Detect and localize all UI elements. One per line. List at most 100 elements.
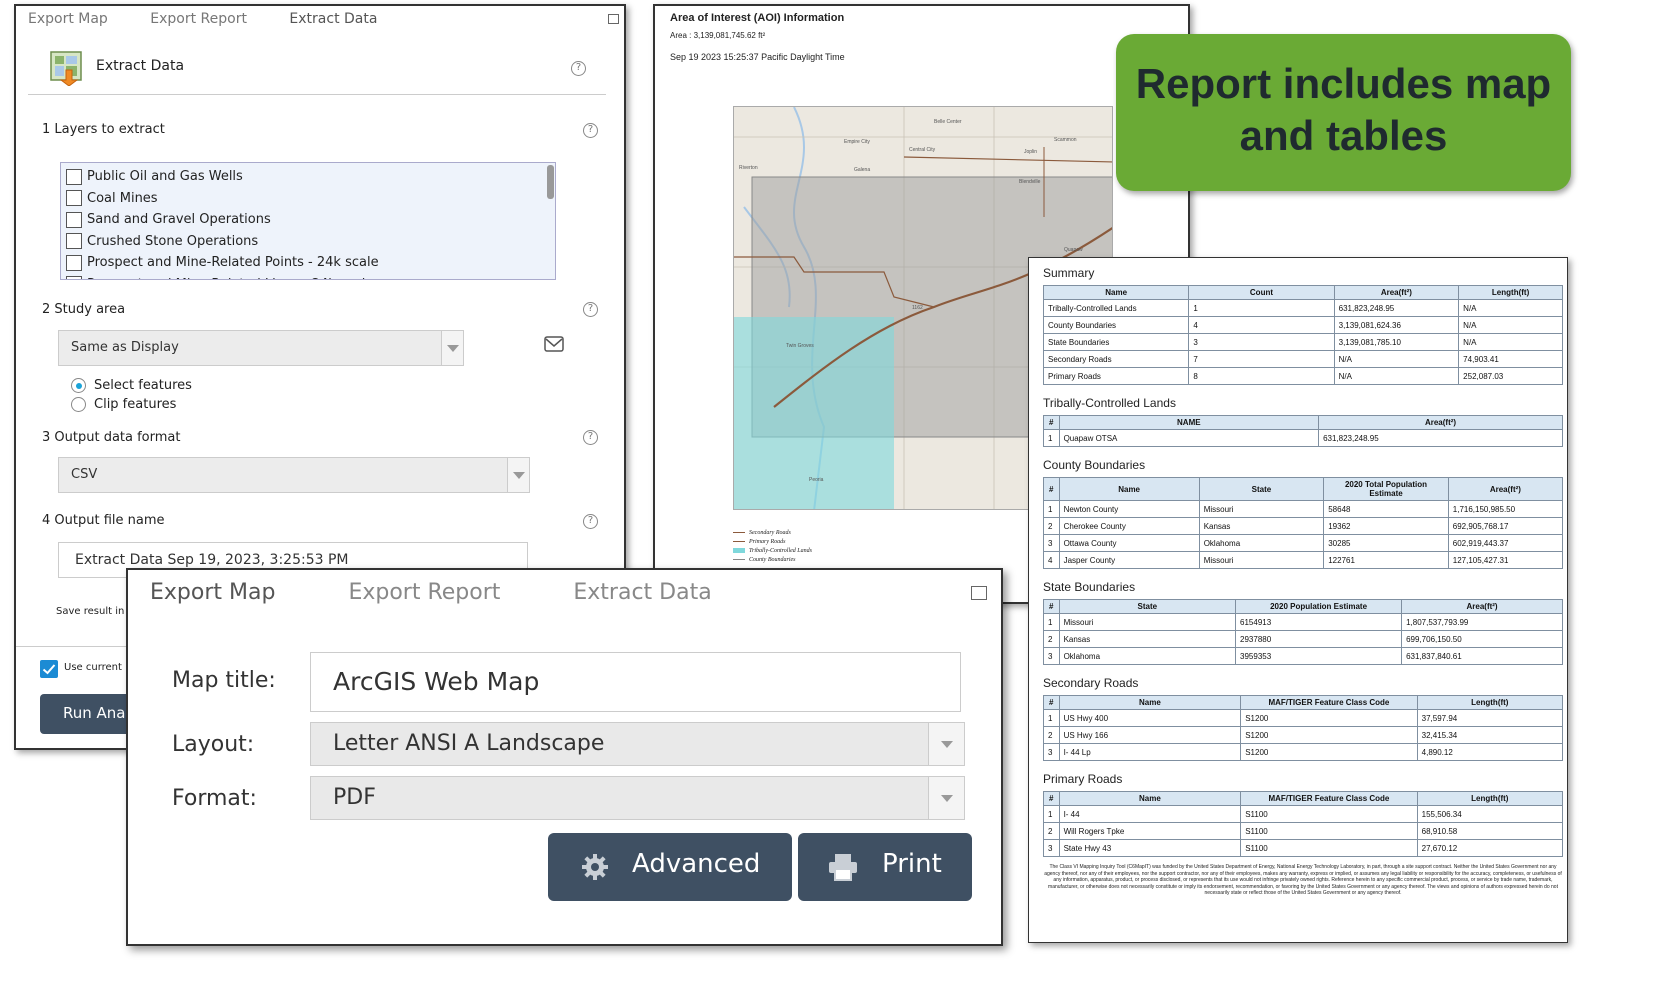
- table-header-cell: MAF/TIGER Feature Class Code: [1240, 695, 1418, 710]
- radio-select-label: Select features: [94, 378, 192, 393]
- help-icon[interactable]: ?: [583, 430, 598, 445]
- checkbox-checked-icon[interactable]: [40, 660, 58, 678]
- county-title: County Boundaries: [1043, 458, 1146, 472]
- tab-extract-data[interactable]: Extract Data: [289, 11, 377, 27]
- advanced-button[interactable]: Advanced: [548, 833, 792, 901]
- secondary-table: # Name MAF/TIGER Feature Class Code Length(…: [1043, 695, 1564, 761]
- layout-select[interactable]: Letter ANSI A Landscape: [310, 722, 965, 766]
- maximize-icon[interactable]: [608, 14, 619, 24]
- study-area-value: Same as Display: [71, 340, 179, 355]
- table-cell: 631,837,840.61: [1401, 647, 1563, 665]
- table-cell: 1: [1043, 805, 1060, 823]
- legend-item: Secondary Roads: [733, 528, 812, 537]
- callout-text: Report includes map and tables: [1135, 60, 1552, 159]
- table-row: 1 Newton County Missouri 58648 1,716,150,985…: [1043, 500, 1564, 518]
- table-cell: S1200: [1240, 726, 1418, 744]
- legend-label: Secondary Roads: [749, 529, 791, 536]
- checkbox-icon[interactable]: [66, 254, 82, 271]
- layer-item[interactable]: Coal Mines: [66, 188, 555, 210]
- table-cell: 37,597.94: [1416, 709, 1564, 727]
- primary-title: Primary Roads: [1043, 772, 1123, 786]
- table-cell: 3: [1043, 647, 1060, 665]
- layers-list[interactable]: Public Oil and Gas Wells Coal Mines Sand a…: [60, 162, 556, 280]
- table-cell: 3: [1043, 743, 1060, 761]
- help-icon[interactable]: ?: [583, 514, 598, 529]
- print-button[interactable]: Print: [798, 833, 972, 901]
- layer-item[interactable]: Prospect and Mine-Related Points - 24k s…: [66, 252, 555, 274]
- step-study-area-label: 2 Study area: [42, 302, 126, 317]
- table-header-cell: Name: [1058, 791, 1242, 806]
- aoi-title: Area of Interest (AOI) Information: [670, 12, 845, 24]
- save-result-label: Save result in: [56, 606, 125, 617]
- table-cell: 58648: [1323, 500, 1449, 518]
- radio-select-features[interactable]: Select features: [71, 376, 192, 395]
- maximize-icon[interactable]: [971, 586, 987, 600]
- table-header-cell: #: [1043, 695, 1060, 710]
- scrollbar[interactable]: [547, 165, 554, 199]
- radio-unselected-icon[interactable]: [71, 397, 86, 412]
- table-cell: Primary Roads: [1042, 367, 1190, 385]
- table-cell: S1100: [1240, 822, 1418, 840]
- map-legend: Secondary Roads Primary Roads Tribally-Con…: [733, 528, 812, 564]
- table-cell: S1100: [1240, 839, 1418, 857]
- layer-label: Prospect and Mine-Related Lines - 24k sc…: [87, 277, 373, 279]
- map-title-input[interactable]: ArcGIS Web Map: [310, 652, 961, 712]
- tab-extract-data[interactable]: Extract Data: [573, 580, 711, 605]
- checkbox-icon[interactable]: [66, 276, 82, 279]
- help-icon[interactable]: ?: [571, 61, 586, 76]
- tab-export-map[interactable]: Export Map: [150, 580, 275, 605]
- chevron-down-icon[interactable]: [928, 777, 964, 819]
- legend-label: Primary Roads: [749, 538, 786, 545]
- table-header-cell: Name: [1058, 695, 1242, 710]
- primary-table: # Name MAF/TIGER Feature Class Code Length(…: [1043, 791, 1564, 857]
- table-header-cell: State: [1058, 599, 1237, 614]
- table-row: 2 US Hwy 166 S1200 32,415.34: [1043, 726, 1564, 744]
- table-cell: S1200: [1240, 743, 1418, 761]
- table-cell: 1: [1188, 299, 1335, 317]
- radio-selected-icon[interactable]: [71, 378, 86, 393]
- format-select[interactable]: PDF: [310, 776, 965, 820]
- layer-item[interactable]: Prospect and Mine-Related Lines - 24k sc…: [66, 274, 555, 279]
- chevron-down-icon[interactable]: [928, 723, 964, 765]
- radio-clip-label: Clip features: [94, 397, 177, 412]
- map-place-label: Empire City: [844, 139, 870, 145]
- checkbox-icon[interactable]: [66, 190, 82, 207]
- table-cell: 3: [1043, 839, 1060, 857]
- radio-clip-features[interactable]: Clip features: [71, 395, 192, 414]
- map-place-label: Joplin: [1024, 149, 1038, 155]
- table-cell: 3: [1188, 333, 1335, 351]
- table-cell: Secondary Roads: [1042, 350, 1190, 368]
- table-header-cell: Area(ft²): [1401, 599, 1563, 614]
- table-cell: Will Rogers Tpke: [1058, 822, 1242, 840]
- extract-tabs: Export Map Export Report Extract Data: [28, 11, 415, 27]
- checkbox-icon[interactable]: [66, 168, 82, 185]
- layer-item[interactable]: Crushed Stone Operations: [66, 231, 555, 253]
- layer-item[interactable]: Public Oil and Gas Wells: [66, 166, 555, 188]
- table-cell: 1: [1043, 429, 1060, 447]
- help-icon[interactable]: ?: [583, 302, 598, 317]
- tab-export-map[interactable]: Export Map: [28, 11, 108, 27]
- table-row: 3 Ottawa County Oklahoma 30285 602,919,443.3…: [1043, 534, 1564, 552]
- table-row: 2 Cherokee County Kansas 19362 692,905,768.1…: [1043, 517, 1564, 535]
- table-cell: 1: [1043, 500, 1060, 518]
- tab-export-report[interactable]: Export Report: [348, 580, 500, 605]
- chevron-down-icon[interactable]: [441, 331, 463, 365]
- table-row: 3 Oklahoma 3959353 631,837,840.61: [1043, 647, 1563, 665]
- study-area-select[interactable]: Same as Display: [58, 330, 464, 366]
- checkbox-icon[interactable]: [66, 233, 82, 250]
- disclaimer: The Class VI Mapping Inquiry Tool (C6Map…: [1044, 864, 1562, 896]
- table-header-cell: #: [1043, 599, 1060, 614]
- checkbox-icon[interactable]: [66, 211, 82, 228]
- tables-report-page: Summary Name Count Area(ft²) Length(ft) Trib…: [1028, 257, 1568, 943]
- chevron-down-icon[interactable]: [507, 458, 529, 492]
- layer-item[interactable]: Sand and Gravel Operations: [66, 209, 555, 231]
- map-place-label: Belle Center: [934, 119, 962, 125]
- output-format-select[interactable]: CSV: [58, 457, 530, 493]
- envelope-icon[interactable]: [544, 336, 564, 352]
- table-row: 3 State Hwy 43 S1100 27,670.12: [1043, 839, 1564, 857]
- table-cell: 68,910.58: [1416, 822, 1564, 840]
- tab-export-report[interactable]: Export Report: [150, 11, 247, 27]
- legend-label: County Boundaries: [749, 556, 796, 563]
- help-icon[interactable]: ?: [583, 123, 598, 138]
- table-cell: 3,139,081,785.10: [1333, 333, 1460, 351]
